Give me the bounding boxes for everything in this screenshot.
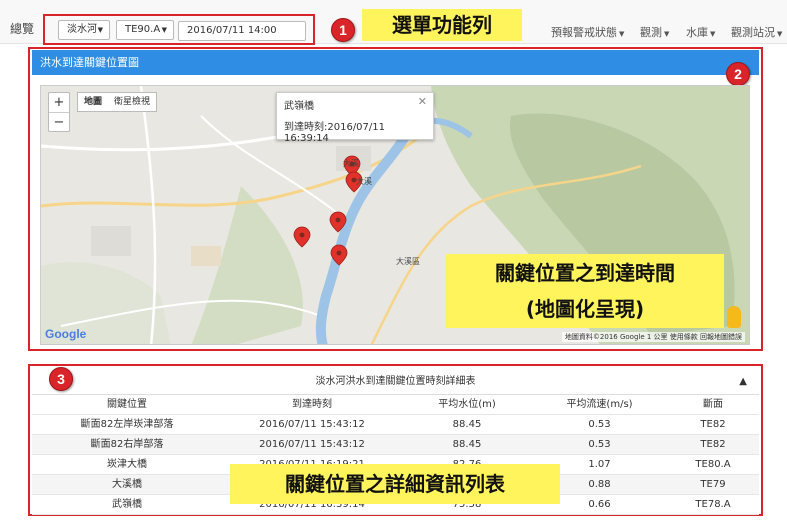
column-header: 到達時刻 [292,399,332,410]
map-place-label: 大溪 [356,177,372,186]
table-cell: 崁津大橋 [107,459,147,470]
table-cell: 2016/07/11 15:43:12 [259,439,365,450]
map-type-control: 地圖 衛星檢視 [77,92,158,112]
table-cell: 大溪橋 [112,479,142,490]
annotation-badge-1: 1 [331,18,355,42]
annotation-badge-3: 3 [49,367,73,391]
map-place-label: 大溪區 [396,257,420,266]
table-row: 斷面82左岸崁津部落 2016/07/11 15:43:12 88.45 0.5… [32,415,759,435]
table-header-row: 關鍵位置 到達時刻 平均水位(m) 平均流速(m/s) 斷面 [32,395,759,415]
menu-label: 預報警戒狀態 [551,26,617,39]
marker-info-window: ✕ 武嶺橋 到達時刻:2016/07/11 16:39:14 [276,92,434,144]
menu-forecast-warning[interactable]: 預報警戒狀態 ▼ [551,24,624,40]
app-root: 總覽 淡水河 ▼ TE90.A ▼ 2016/07/11 14:00 預報警戒狀… [0,0,787,527]
street-view-pegman-icon[interactable] [727,306,741,328]
table-cell: 88.45 [452,419,482,430]
menu-label: 觀測站況 [731,26,775,39]
collapse-chevron-icon[interactable]: ▲ [739,371,747,393]
table-cell: 武嶺橋 [112,499,142,510]
table-cell: 88.45 [452,439,482,450]
table-cell: TE78.A [695,499,731,510]
caret-down-icon: ▼ [710,30,716,38]
table-cell: 2016/07/11 15:43:12 [259,419,365,430]
table-title: 淡水河洪水到達關鍵位置時刻詳細表 [315,376,476,387]
annotation-callout-menu: 選單功能列 [362,9,522,41]
info-window-location: 武嶺橋 [284,101,314,112]
caret-down-icon: ▼ [619,30,625,38]
table-cell: TE80.A [695,459,731,470]
map-type-map-button[interactable]: 地圖 [78,93,108,111]
annotation-badge-2: 2 [726,62,750,86]
table-cell: 斷面82左岸崁津部落 [80,419,174,430]
caret-down-icon: ▼ [664,30,670,38]
zoom-control: + − [48,92,70,132]
close-icon[interactable]: ✕ [418,95,427,108]
google-logo: Google [45,327,87,341]
column-header: 平均流速(m/s) [566,399,633,410]
table-cell: TE82 [700,419,726,430]
map-attribution[interactable]: 地圖資料©2016 Google 1 公里 使用條款 回報地圖錯誤 [561,332,745,342]
annotation-callout-map: 關鍵位置之到達時間 (地圖化呈現) [446,254,724,328]
zoom-in-button[interactable]: + [49,93,69,112]
annotation-box-menu [43,14,315,45]
table-panel-header: 淡水河洪水到達關鍵位置時刻詳細表 ▲ [32,371,759,393]
column-header: 平均水位(m) [438,399,496,410]
table-row: 斷面82右岸部落 2016/07/11 15:43:12 88.45 0.53 … [32,435,759,455]
menu-observation[interactable]: 觀測 ▼ [640,24,669,40]
column-header: 斷面 [703,399,723,410]
info-window-arrival-time: 到達時刻:2016/07/11 16:39:14 [284,122,386,144]
table-cell: 0.53 [588,439,611,450]
table-cell: 0.53 [588,419,611,430]
zoom-out-button[interactable]: − [49,112,69,131]
table-cell: TE82 [700,439,726,450]
annotation-callout-table: 關鍵位置之詳細資訊列表 [230,464,560,504]
column-header: 關鍵位置 [107,399,147,410]
menu-station-status[interactable]: 觀測站況 ▼ [731,24,782,40]
map-place-label: 大溪 [343,159,359,168]
menu-reservoir[interactable]: 水庫 ▼ [686,24,715,40]
callout-map-line-2: (地圖化呈現) [525,297,645,321]
callout-map-line-1: 關鍵位置之到達時間 [495,261,675,285]
caret-down-icon: ▼ [777,30,783,38]
menu-label: 水庫 [686,26,708,39]
map-panel-header: 洪水到達關鍵位置圖 [32,50,759,75]
nav-brand-overview[interactable]: 總覽 [10,20,34,37]
table-cell: 斷面82右岸部落 [90,439,164,450]
table-cell: TE79 [700,479,726,490]
menu-label: 觀測 [640,26,662,39]
map-type-satellite-button[interactable]: 衛星檢視 [108,93,156,111]
